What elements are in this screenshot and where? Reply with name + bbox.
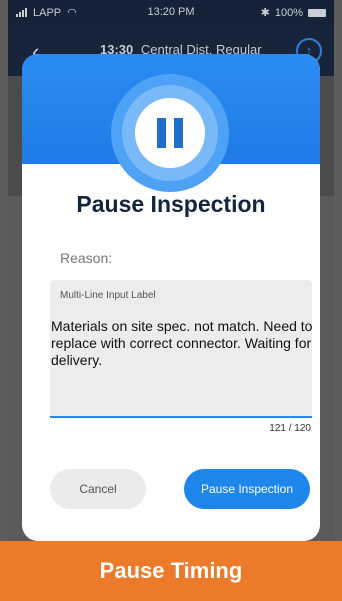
- battery-icon: [308, 8, 326, 17]
- dialog-title: Pause Inspection: [76, 191, 266, 217]
- pause-inspection-button[interactable]: Pause Inspection: [184, 469, 310, 509]
- phone-screen: LAPP ◠ 13:20 PM ✱ 100% ‹ 13:30 Central D…: [8, 0, 334, 601]
- cancel-button[interactable]: Cancel: [50, 469, 146, 509]
- battery-percent: 100%: [274, 6, 303, 19]
- status-bar: LAPP ◠ 13:20 PM ✱ 100%: [8, 0, 334, 26]
- reason-textarea[interactable]: Materials on site spec. not match. Need …: [50, 318, 313, 410]
- field-label: Multi-Line Input Label: [60, 290, 156, 301]
- reason-field[interactable]: Multi-Line Input Label Materials on site…: [50, 280, 313, 418]
- caption-text: Pause Timing: [99, 558, 243, 583]
- character-counter: 121 / 120: [269, 423, 311, 434]
- reason-label: Reason:: [60, 250, 113, 266]
- pause-icon: [135, 98, 205, 168]
- caption-banner: Pause Timing: [0, 541, 342, 601]
- pause-inspection-dialog: Pause Inspection Reason: Multi-Line Inpu…: [22, 54, 320, 541]
- bluetooth-icon: ✱: [260, 7, 270, 19]
